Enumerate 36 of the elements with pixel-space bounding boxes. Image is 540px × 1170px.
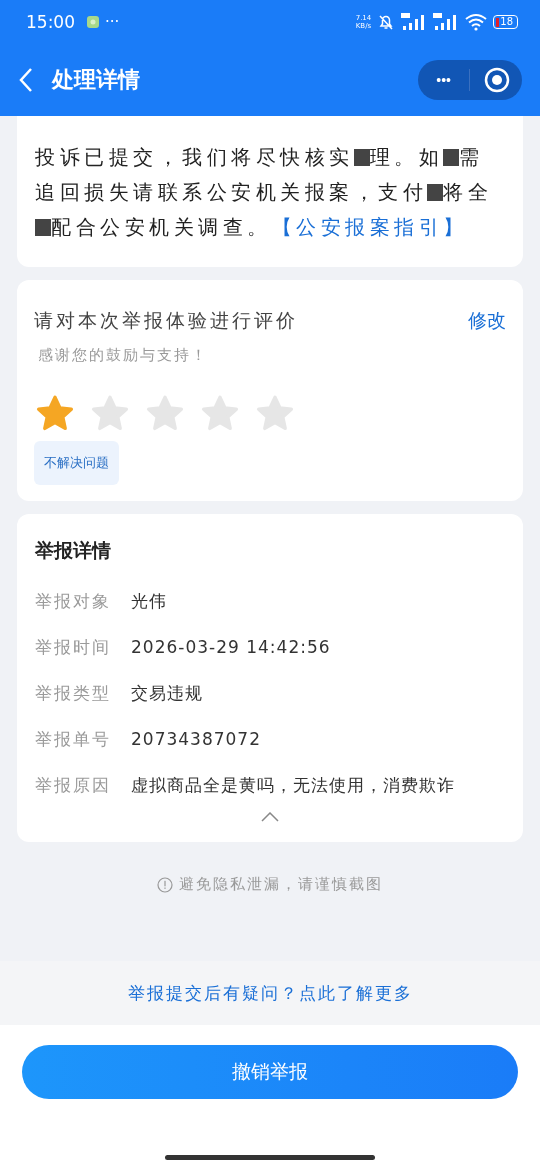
detail-value: 2026-03-29 14:42:56 xyxy=(131,637,331,657)
more-button[interactable]: ••• xyxy=(432,72,455,88)
feedback-tag: 不解决问题 xyxy=(34,441,119,485)
close-target-icon[interactable] xyxy=(484,67,510,93)
redaction-block xyxy=(353,149,370,166)
withdraw-report-button[interactable]: 撤销举报 xyxy=(22,1045,518,1099)
detail-label: 举报类型 xyxy=(35,681,111,705)
detail-label: 举报单号 xyxy=(35,727,111,751)
help-link[interactable]: 举报提交后有疑问？点此了解更多 xyxy=(127,981,413,1005)
detail-value: 20734387072 xyxy=(131,729,261,749)
detail-value: 虚拟商品全是黄吗，无法使用，消费欺诈 xyxy=(131,773,455,797)
app-notification-icon xyxy=(87,16,99,28)
page-title: 处理详情 xyxy=(52,65,140,94)
edit-link[interactable]: 修改 xyxy=(468,308,506,334)
notice-text: 投诉已提交，我们将尽快核实 理。如 需追回损失请联系公安机关报案，支付 将全 配合公安机关调查。【公安报案指引】 xyxy=(35,144,493,241)
details-title: 举报详情 xyxy=(35,538,112,563)
privacy-hint: 避免隐私泄漏，请谨慎截图 xyxy=(179,875,383,894)
battery-indicator: 18 xyxy=(493,15,518,29)
status-more: ··· xyxy=(105,13,120,31)
detail-value: 交易违规 xyxy=(131,681,203,705)
detail-value: 光伟 xyxy=(131,589,167,613)
rating-title: 请对本次举报体验进行评价 xyxy=(34,308,298,333)
collapse-chevron-icon[interactable] xyxy=(261,812,279,822)
redaction-block xyxy=(443,149,459,166)
detail-label: 举报原因 xyxy=(35,773,111,797)
redaction-block xyxy=(35,219,51,236)
detail-label: 举报时间 xyxy=(35,635,111,659)
muted-bell-icon xyxy=(377,13,396,31)
police-report-guide-link[interactable]: 【公安报案指引】 xyxy=(271,215,468,239)
redaction-block xyxy=(427,184,443,201)
detail-label: 举报对象 xyxy=(35,589,111,613)
wifi-icon xyxy=(465,13,488,31)
back-icon[interactable] xyxy=(18,67,34,93)
rating-subtitle: 感谢您的鼓励与支持！ xyxy=(37,346,209,365)
status-time: 15:00 xyxy=(26,12,75,32)
info-icon xyxy=(157,876,173,893)
